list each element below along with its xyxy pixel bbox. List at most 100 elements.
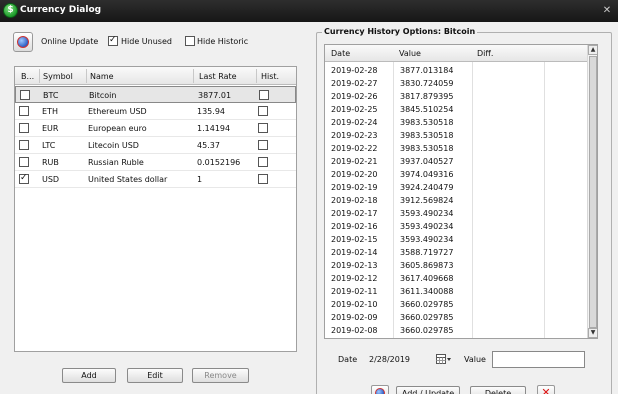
- history-row[interactable]: 2019-02-21 3937.040527: [325, 155, 587, 168]
- remove-button[interactable]: Remove: [192, 368, 249, 383]
- currency-row[interactable]: RUB Russian Ruble 0.0152196: [15, 154, 296, 171]
- column-header-date[interactable]: Date: [331, 49, 350, 58]
- history-row[interactable]: 2019-02-16 3593.490234: [325, 220, 587, 233]
- history-row[interactable]: 2019-02-08 3660.029785: [325, 324, 587, 337]
- history-date: 2019-02-08: [331, 326, 378, 335]
- history-row[interactable]: 2019-02-26 3817.879395: [325, 90, 587, 103]
- history-value: 3593.490234: [400, 209, 454, 218]
- history-row[interactable]: 2019-02-09 3660.029785: [325, 311, 587, 324]
- history-row[interactable]: 2019-02-14 3588.719727: [325, 246, 587, 259]
- history-date: 2019-02-19: [331, 183, 378, 192]
- delete-button[interactable]: Delete: [470, 386, 526, 394]
- history-row[interactable]: 2019-02-23 3983.530518: [325, 129, 587, 142]
- history-row[interactable]: 2019-02-15 3593.490234: [325, 233, 587, 246]
- history-value: 3983.530518: [400, 144, 454, 153]
- history-scrollbar[interactable]: ▲ ▼: [587, 45, 597, 338]
- history-row[interactable]: 2019-02-18 3912.569824: [325, 194, 587, 207]
- history-date: 2019-02-24: [331, 118, 378, 127]
- window-title: Currency Dialog: [20, 5, 102, 15]
- hist-checkbox[interactable]: [258, 140, 268, 150]
- currency-row[interactable]: ETH Ethereum USD 135.94: [15, 103, 296, 120]
- column-header-diff[interactable]: Diff.: [477, 49, 493, 58]
- history-value: 3617.409668: [400, 274, 454, 283]
- history-date: 2019-02-26: [331, 92, 378, 101]
- hist-checkbox[interactable]: [258, 106, 268, 116]
- history-row[interactable]: 2019-02-10 3660.029785: [325, 298, 587, 311]
- base-checkbox[interactable]: [19, 123, 29, 133]
- base-checkbox[interactable]: [19, 140, 29, 150]
- history-date: 2019-02-13: [331, 261, 378, 270]
- history-row[interactable]: 2019-02-24 3983.530518: [325, 116, 587, 129]
- edit-button[interactable]: Edit: [127, 368, 183, 383]
- history-value: 3983.530518: [400, 118, 454, 127]
- column-header-symbol[interactable]: Symbol: [43, 72, 73, 82]
- history-row[interactable]: 2019-02-27 3830.724059: [325, 77, 587, 90]
- currency-row[interactable]: USD United States dollar 1: [15, 171, 296, 188]
- calendar-dropdown-icon[interactable]: [436, 354, 452, 364]
- clear-history-button[interactable]: ✕: [537, 385, 555, 394]
- currency-row[interactable]: LTC Litecoin USD 45.37: [15, 137, 296, 154]
- currency-name: European euro: [88, 124, 147, 133]
- history-value: 3974.049316: [400, 170, 454, 179]
- hist-checkbox[interactable]: [259, 90, 269, 100]
- globe-icon: [17, 36, 29, 48]
- add-button[interactable]: Add: [62, 368, 116, 383]
- hist-checkbox[interactable]: [258, 123, 268, 133]
- column-header-base[interactable]: B...: [21, 72, 34, 82]
- history-row[interactable]: 2019-02-11 3611.340088: [325, 285, 587, 298]
- currency-row[interactable]: EUR European euro 1.14194: [15, 120, 296, 137]
- red-x-icon: ✕: [541, 386, 551, 394]
- column-header-hist[interactable]: Hist.: [261, 72, 279, 82]
- history-date: 2019-02-17: [331, 209, 378, 218]
- close-window-button[interactable]: ✕: [596, 3, 618, 19]
- column-header-name[interactable]: Name: [90, 72, 114, 82]
- history-row[interactable]: 2019-02-19 3924.240479: [325, 181, 587, 194]
- history-row[interactable]: 2019-02-13 3605.869873: [325, 259, 587, 272]
- scroll-thumb[interactable]: [589, 56, 597, 328]
- currency-row[interactable]: BTC Bitcoin 3877.01: [15, 86, 296, 103]
- history-table[interactable]: Date Value Diff. 2019-02-28 3877.013184 20…: [324, 44, 598, 339]
- base-checkbox[interactable]: [19, 173, 29, 184]
- history-value: 3924.240479: [400, 183, 454, 192]
- history-group-title: Currency History Options: Bitcoin: [322, 27, 478, 36]
- hide-unused-checkbox[interactable]: [108, 35, 118, 46]
- history-row[interactable]: 2019-02-20 3974.049316: [325, 168, 587, 181]
- base-checkbox[interactable]: [19, 157, 29, 167]
- history-row[interactable]: 2019-02-12 3617.409668: [325, 272, 587, 285]
- history-date: 2019-02-27: [331, 79, 378, 88]
- value-input[interactable]: [492, 351, 585, 368]
- history-row[interactable]: 2019-02-17 3593.490234: [325, 207, 587, 220]
- base-checkbox[interactable]: [20, 90, 30, 100]
- history-value: 3983.530518: [400, 131, 454, 140]
- currency-name: Bitcoin: [89, 91, 117, 100]
- add-update-button[interactable]: Add / Update: [396, 386, 460, 394]
- date-picker-value[interactable]: 2/28/2019: [369, 355, 410, 364]
- currency-symbol: LTC: [42, 141, 56, 150]
- scroll-down-arrow[interactable]: ▼: [588, 328, 597, 338]
- base-checkbox[interactable]: [19, 106, 29, 116]
- hide-historic-checkbox[interactable]: [185, 36, 195, 46]
- history-row[interactable]: 2019-02-25 3845.510254: [325, 103, 587, 116]
- currency-name: Litecoin USD: [88, 141, 139, 150]
- currency-table[interactable]: B... Symbol Name Last Rate Hist. BTC Bit…: [14, 66, 297, 352]
- online-update-button[interactable]: [13, 32, 33, 52]
- date-label: Date: [338, 355, 358, 364]
- scroll-up-arrow[interactable]: ▲: [588, 45, 597, 55]
- currency-name: Ethereum USD: [88, 107, 147, 116]
- hist-checkbox[interactable]: [258, 174, 268, 184]
- currency-name: United States dollar: [88, 175, 168, 184]
- currency-table-header: B... Symbol Name Last Rate Hist.: [15, 67, 296, 85]
- history-value: 3830.724059: [400, 79, 454, 88]
- history-value: 3605.869873: [400, 261, 454, 270]
- column-header-value[interactable]: Value: [399, 49, 421, 58]
- history-value: 3660.029785: [400, 300, 454, 309]
- hist-checkbox[interactable]: [258, 157, 268, 167]
- history-value: 3877.013184: [400, 66, 454, 75]
- history-date: 2019-02-15: [331, 235, 378, 244]
- column-header-last-rate[interactable]: Last Rate: [199, 72, 237, 82]
- history-row[interactable]: 2019-02-22 3983.530518: [325, 142, 587, 155]
- history-row[interactable]: 2019-02-28 3877.013184: [325, 64, 587, 77]
- history-date: 2019-02-22: [331, 144, 378, 153]
- history-value: 3588.719727: [400, 248, 454, 257]
- online-history-button[interactable]: [371, 385, 389, 394]
